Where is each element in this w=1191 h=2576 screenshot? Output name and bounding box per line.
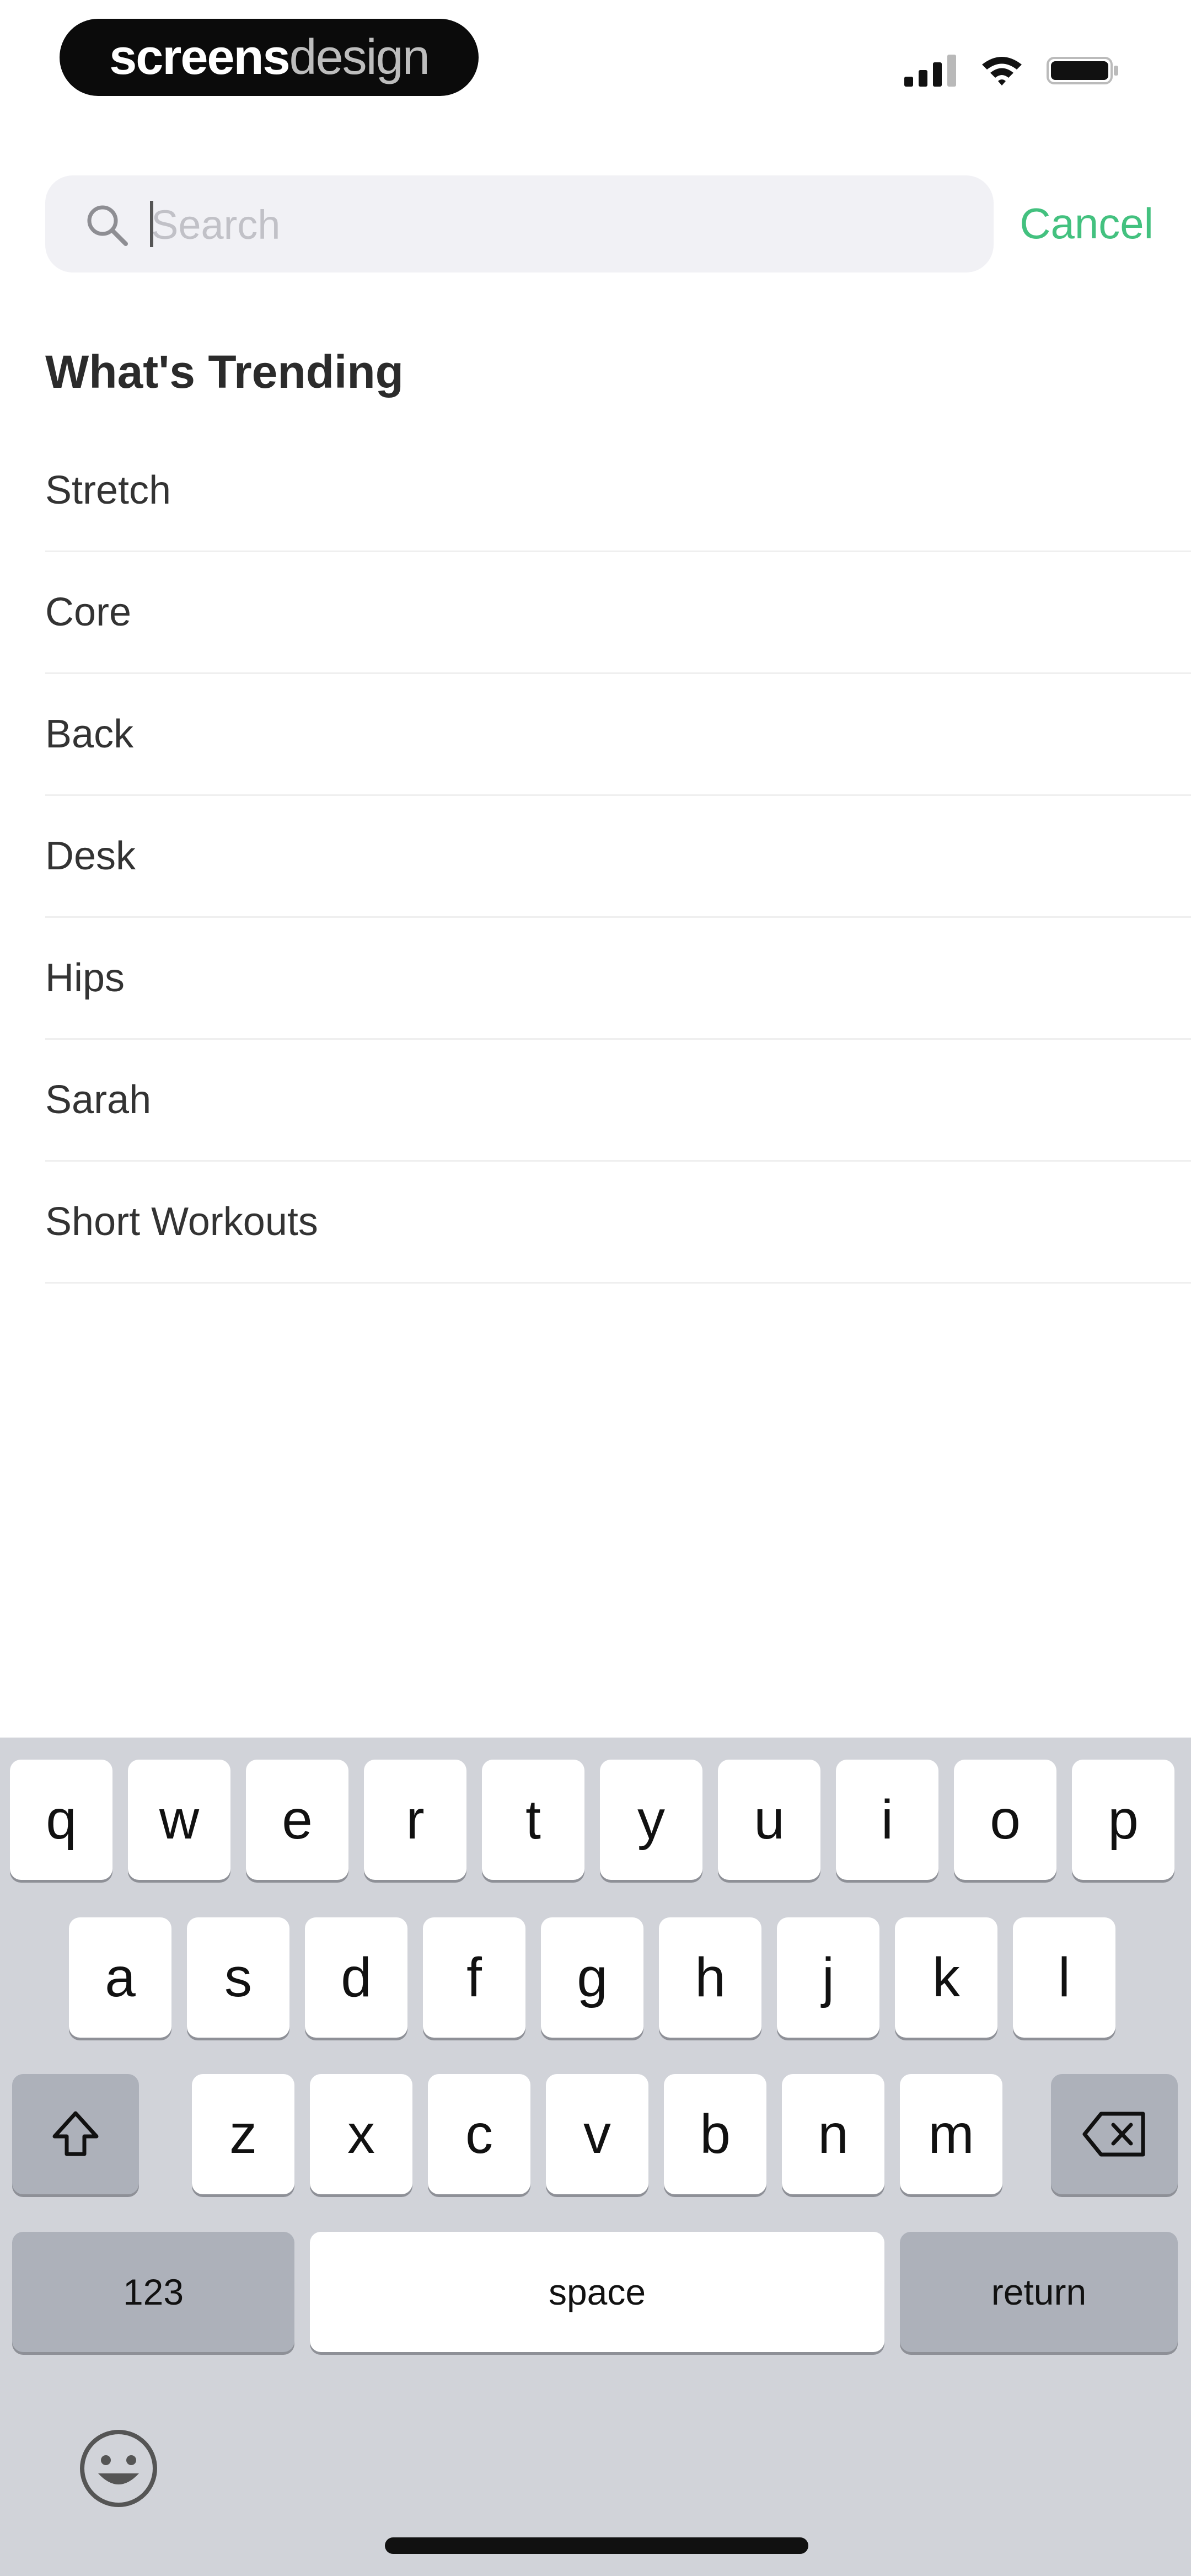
key-v[interactable]: v [546, 2074, 648, 2194]
status-icons [904, 51, 1119, 89]
numbers-key[interactable]: 123 [12, 2232, 294, 2352]
key-q[interactable]: q [10, 1760, 112, 1880]
screensdesign-logo: screens design [60, 19, 479, 96]
emoji-smiley-icon[interactable] [77, 2427, 160, 2510]
key-k[interactable]: k [895, 1917, 997, 2038]
delete-key[interactable] [1051, 2074, 1178, 2194]
key-h[interactable]: h [659, 1917, 761, 2038]
logo-bold-text: screens [109, 29, 290, 85]
backspace-icon [1082, 2112, 1145, 2157]
cellular-signal-icon [904, 55, 956, 87]
key-y[interactable]: y [600, 1760, 702, 1880]
trending-item-stretch[interactable]: Stretch [45, 430, 1191, 552]
text-cursor [150, 201, 153, 247]
key-j[interactable]: j [777, 1917, 879, 2038]
trending-item-hips[interactable]: Hips [45, 918, 1191, 1040]
search-box[interactable] [45, 175, 994, 272]
key-e[interactable]: e [246, 1760, 348, 1880]
home-indicator [385, 2537, 808, 2554]
trending-item-sarah[interactable]: Sarah [45, 1040, 1191, 1162]
key-w[interactable]: w [128, 1760, 230, 1880]
shift-key[interactable] [12, 2074, 139, 2194]
key-g[interactable]: g [541, 1917, 643, 2038]
key-b[interactable]: b [664, 2074, 766, 2194]
keyboard: q w e r t y u i o p a s d f g h j k l z … [0, 1738, 1191, 2576]
key-r[interactable]: r [364, 1760, 466, 1880]
shift-arrow-icon [52, 2111, 99, 2156]
trending-item-short-workouts[interactable]: Short Workouts [45, 1162, 1191, 1284]
wifi-icon [982, 57, 1022, 85]
key-s[interactable]: s [187, 1917, 289, 2038]
key-u[interactable]: u [718, 1760, 820, 1880]
logo-light-text: design [289, 29, 430, 85]
status-bar: screens design [0, 0, 1191, 121]
key-o[interactable]: o [954, 1760, 1056, 1880]
key-a[interactable]: a [69, 1917, 171, 2038]
trending-list: Stretch Core Back Desk Hips Sarah Short … [45, 430, 1191, 1284]
key-i[interactable]: i [836, 1760, 938, 1880]
key-x[interactable]: x [310, 2074, 412, 2194]
trending-item-desk[interactable]: Desk [45, 796, 1191, 918]
search-row: Cancel [45, 175, 1154, 272]
search-input[interactable] [150, 192, 968, 257]
space-key[interactable]: space [310, 2232, 884, 2352]
key-l[interactable]: l [1013, 1917, 1115, 2038]
cancel-button[interactable]: Cancel [1020, 199, 1154, 248]
trending-title: What's Trending [45, 346, 404, 398]
key-f[interactable]: f [423, 1917, 525, 2038]
trending-item-back[interactable]: Back [45, 674, 1191, 796]
key-p[interactable]: p [1072, 1760, 1174, 1880]
key-c[interactable]: c [428, 2074, 530, 2194]
key-m[interactable]: m [900, 2074, 1002, 2194]
battery-icon [1047, 57, 1118, 84]
key-d[interactable]: d [305, 1917, 407, 2038]
return-key[interactable]: return [900, 2232, 1178, 2352]
trending-item-core[interactable]: Core [45, 552, 1191, 674]
key-t[interactable]: t [482, 1760, 584, 1880]
key-z[interactable]: z [192, 2074, 294, 2194]
search-icon [87, 205, 128, 246]
key-n[interactable]: n [782, 2074, 884, 2194]
